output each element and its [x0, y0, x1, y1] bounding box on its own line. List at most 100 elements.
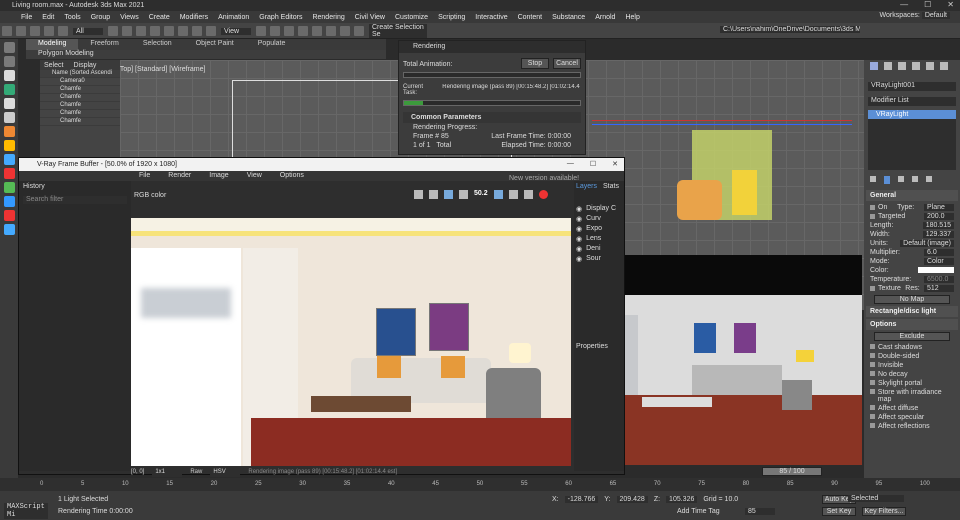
temperature-field[interactable]: 6500.0 — [924, 276, 954, 283]
layers-tab[interactable]: Layers — [576, 183, 597, 190]
pixel-value[interactable]: 50.2 — [474, 190, 488, 199]
targeted-checkbox[interactable]: Targeted — [870, 213, 905, 220]
coord-x[interactable]: -128.766 — [564, 496, 599, 503]
workspaces-select[interactable]: Default — [921, 12, 950, 19]
scene-row[interactable]: Chamfe — [40, 110, 120, 118]
tab-select[interactable]: Select — [44, 62, 63, 69]
color-swatch-icon[interactable] — [3, 210, 15, 221]
raw-toggle[interactable]: Raw — [190, 469, 202, 477]
select-icon[interactable] — [108, 26, 118, 36]
stats-tab[interactable]: Stats — [603, 183, 619, 190]
menu-item[interactable]: Rendering — [307, 14, 349, 21]
units-select[interactable]: Default (image) — [900, 240, 954, 247]
make-unique-icon[interactable] — [898, 176, 904, 182]
redo-icon[interactable] — [16, 26, 26, 36]
stop-button[interactable]: Stop — [521, 58, 549, 69]
material-icon[interactable] — [3, 84, 15, 95]
stop-render-icon[interactable] — [538, 190, 548, 199]
cancel-button[interactable]: Cancel — [553, 58, 581, 69]
region-render-icon[interactable] — [444, 190, 453, 199]
eye-icon[interactable]: ◉ — [576, 215, 582, 223]
eye-icon[interactable]: ◉ — [576, 245, 582, 253]
length-field[interactable]: 180.515 — [922, 222, 954, 229]
remove-modifier-icon[interactable] — [912, 176, 918, 182]
option-checkbox[interactable]: Cast shadows — [864, 343, 960, 352]
set-key-button[interactable]: Set Key — [822, 507, 856, 516]
color-mode-select[interactable]: HSV — [210, 469, 241, 477]
no-map-button[interactable]: No Map — [874, 295, 950, 304]
mode-select[interactable]: Color — [924, 258, 954, 265]
zoom-select[interactable]: 1x1 — [152, 469, 183, 477]
menu-item[interactable]: Scripting — [433, 14, 470, 21]
create-tab-icon[interactable] — [870, 62, 878, 70]
pivot-icon[interactable] — [256, 26, 266, 36]
res-field[interactable]: 512 — [924, 285, 954, 292]
menu-item[interactable]: Create — [144, 14, 175, 21]
menu-item[interactable]: Interactive — [470, 14, 512, 21]
maxscript-listener[interactable]: MAXScript Mi — [4, 503, 48, 519]
menu-item[interactable]: File — [16, 14, 37, 21]
selection-filter[interactable]: All — [73, 27, 103, 35]
maximize-icon[interactable]: ☐ — [924, 0, 931, 9]
close-icon[interactable]: ✕ — [612, 160, 618, 168]
eye-icon[interactable]: ◉ — [576, 235, 582, 243]
camera-viewport[interactable]: 85 / 100 — [622, 255, 862, 476]
frame-slider[interactable]: 85 / 100 — [762, 467, 822, 476]
modifier-stack-item[interactable]: VRayLight — [868, 110, 956, 119]
menu-item[interactable]: Edit — [37, 14, 59, 21]
save-icon[interactable] — [414, 190, 423, 199]
display-tab-icon[interactable] — [926, 62, 934, 70]
vfb-menu-item[interactable]: File — [139, 172, 150, 180]
option-checkbox[interactable]: No decay — [864, 370, 960, 379]
configure-modifier-icon[interactable] — [926, 176, 932, 182]
undo-icon[interactable] — [2, 26, 12, 36]
on-checkbox[interactable]: On — [870, 204, 887, 211]
teapot-render-icon[interactable] — [508, 190, 518, 199]
rect-disc-rollout[interactable]: Rectangle/disc light — [866, 306, 958, 317]
motion-tab-icon[interactable] — [912, 62, 920, 70]
menu-item[interactable]: Substance — [547, 14, 590, 21]
vray-light-icon[interactable] — [3, 168, 15, 179]
options-rollout[interactable]: Options — [866, 319, 958, 330]
type-select[interactable]: Plane — [924, 204, 954, 211]
menu-item[interactable]: Modifiers — [175, 14, 213, 21]
reference-coord[interactable]: View — [221, 27, 251, 35]
menu-item[interactable]: Group — [86, 14, 115, 21]
width-field[interactable]: 129.337 — [922, 231, 954, 238]
option-checkbox[interactable]: Invisible — [864, 361, 960, 370]
general-rollout[interactable]: General — [866, 190, 958, 201]
display-icon[interactable] — [3, 98, 15, 109]
scene-list-header[interactable]: Name (Sorted Ascendi — [40, 70, 120, 78]
layer-item[interactable]: ◉ Curv — [574, 214, 624, 224]
hierarchy-tab-icon[interactable] — [898, 62, 906, 70]
minimize-icon[interactable]: — — [567, 160, 574, 168]
menu-item[interactable]: Tools — [59, 14, 85, 21]
eye-icon[interactable]: ◉ — [576, 205, 582, 213]
edit-named-sel-icon[interactable] — [354, 26, 364, 36]
properties-header[interactable]: Properties — [576, 343, 608, 350]
region-icon[interactable] — [136, 26, 146, 36]
history-search[interactable]: Search filter — [23, 196, 127, 204]
coord-z[interactable]: 105.326 — [666, 496, 698, 503]
object-name-field[interactable]: VRayLight001 — [868, 82, 956, 91]
select-by-name-icon[interactable] — [122, 26, 132, 36]
eye-icon[interactable]: ◉ — [576, 255, 582, 263]
viewport-label[interactable]: [+] [Top] [Standard] [Wireframe] — [108, 66, 205, 73]
menu-item[interactable]: Customize — [390, 14, 433, 21]
unlink-icon[interactable] — [44, 26, 54, 36]
vfb-menu-item[interactable]: View — [247, 172, 262, 180]
color-swatch[interactable] — [918, 267, 954, 273]
vfb-menu-item[interactable]: Render — [168, 172, 191, 180]
scale-icon[interactable] — [192, 26, 202, 36]
link-icon[interactable] — [30, 26, 40, 36]
sphere-icon[interactable] — [3, 154, 15, 165]
scene-row[interactable]: Chamfe — [40, 86, 120, 94]
snap-icon[interactable] — [298, 26, 308, 36]
show-end-result-icon[interactable] — [884, 176, 890, 184]
menu-item[interactable]: Animation — [213, 14, 254, 21]
add-time-tag[interactable]: Add Time Tag — [677, 508, 720, 515]
current-frame[interactable]: 85 — [745, 508, 775, 515]
texture-checkbox[interactable]: Texture — [870, 285, 901, 292]
menu-item[interactable]: Content — [513, 14, 548, 21]
scene-row[interactable]: Chamfe — [40, 102, 120, 110]
